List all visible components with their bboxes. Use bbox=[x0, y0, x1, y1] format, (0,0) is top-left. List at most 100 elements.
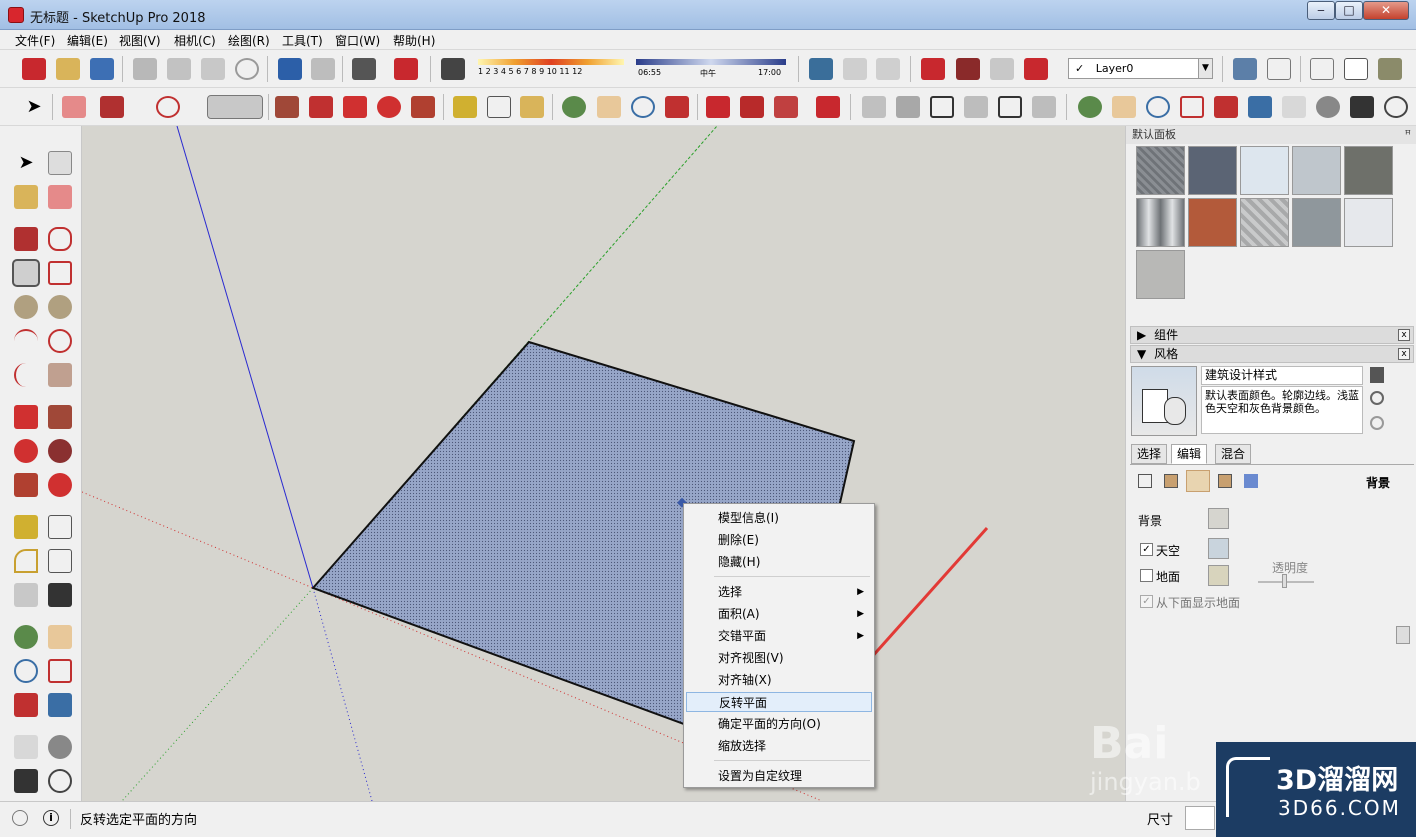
paint-bucket-icon[interactable] bbox=[520, 96, 544, 118]
undo-icon[interactable] bbox=[278, 58, 302, 80]
arc-tool-icon[interactable] bbox=[156, 96, 180, 118]
material-swatch[interactable] bbox=[1344, 146, 1393, 195]
erase-icon[interactable] bbox=[235, 58, 259, 80]
shadow-time-slider[interactable]: 06:55 中午 17:00 bbox=[636, 57, 786, 81]
select-tool-icon[interactable]: ➤ bbox=[14, 151, 38, 175]
tape-measure-tool-icon[interactable] bbox=[14, 515, 38, 539]
save-icon[interactable] bbox=[90, 58, 114, 80]
sky-color-swatch[interactable] bbox=[1208, 538, 1229, 559]
previous-view-icon[interactable] bbox=[1248, 96, 1272, 118]
close-section-icon[interactable]: x bbox=[1398, 348, 1410, 360]
styles-section-header[interactable]: ▼ 风格 x bbox=[1130, 345, 1414, 363]
hidden-line-style-icon[interactable] bbox=[1310, 58, 1334, 80]
rotate-tool-icon[interactable] bbox=[14, 439, 38, 463]
tape-measure-icon[interactable] bbox=[453, 96, 477, 118]
look-around-tool-icon[interactable] bbox=[48, 735, 72, 759]
polygon-tool-icon[interactable] bbox=[48, 295, 72, 319]
shaded-style-icon[interactable] bbox=[1344, 58, 1368, 80]
menu-window[interactable]: 窗口(W) bbox=[335, 32, 380, 49]
left-view-icon[interactable] bbox=[1032, 96, 1056, 118]
rectangle-tool-icon[interactable] bbox=[207, 95, 263, 119]
material-swatch[interactable] bbox=[1240, 198, 1289, 247]
ctx-delete[interactable]: 删除(E) bbox=[686, 530, 872, 550]
sky-checkbox[interactable]: ✓ bbox=[1140, 543, 1153, 556]
ctx-align-view[interactable]: 对齐视图(V) bbox=[686, 648, 872, 668]
share-model-icon[interactable] bbox=[956, 58, 980, 80]
top-view-icon[interactable] bbox=[896, 96, 920, 118]
menu-tools[interactable]: 工具(T) bbox=[282, 32, 323, 49]
menu-camera[interactable]: 相机(C) bbox=[174, 32, 216, 49]
tray-scrollbar[interactable] bbox=[1396, 626, 1410, 644]
refresh-icon[interactable] bbox=[1370, 416, 1384, 430]
style-description[interactable]: 默认表面颜色。轮廓边线。浅蓝色天空和灰色背景颜色。 bbox=[1201, 386, 1363, 434]
previous-tool-icon[interactable] bbox=[48, 693, 72, 717]
zoom-2-icon[interactable] bbox=[1146, 96, 1170, 118]
walk-tool-icon[interactable] bbox=[14, 769, 38, 793]
back-view-icon[interactable] bbox=[998, 96, 1022, 118]
ctx-align-axes[interactable]: 对齐轴(X) bbox=[686, 670, 872, 690]
arc-center-icon[interactable] bbox=[48, 329, 72, 353]
ground-checkbox[interactable] bbox=[1140, 569, 1153, 582]
pan-tool-icon[interactable] bbox=[48, 625, 72, 649]
shadow-toggle-icon[interactable] bbox=[441, 58, 465, 80]
model-info-icon[interactable] bbox=[394, 58, 418, 80]
face-settings-icon[interactable] bbox=[1164, 474, 1178, 488]
material-swatch[interactable] bbox=[1136, 146, 1185, 195]
ctx-select[interactable]: 选择 ▶ bbox=[686, 582, 872, 602]
background-color-swatch[interactable] bbox=[1208, 508, 1229, 529]
pin-icon[interactable]: ꟸ bbox=[1405, 126, 1411, 144]
select-arrow-icon[interactable]: ➤ bbox=[22, 96, 46, 118]
layer-dropdown[interactable]: ✓ Layer0 ▼ bbox=[1068, 58, 1213, 79]
paint-bucket-tool-icon[interactable] bbox=[14, 185, 38, 209]
scene-canvas[interactable] bbox=[82, 126, 1125, 801]
iso-view-icon[interactable] bbox=[862, 96, 886, 118]
eraser-tool-icon[interactable] bbox=[48, 185, 72, 209]
dimension-tool-icon[interactable] bbox=[48, 515, 72, 539]
right-view-icon[interactable] bbox=[964, 96, 988, 118]
add-location-icon[interactable] bbox=[809, 58, 833, 80]
xray-style-icon[interactable] bbox=[1233, 58, 1257, 80]
ctx-hide[interactable]: 隐藏(H) bbox=[686, 552, 872, 572]
material-swatch[interactable] bbox=[1344, 198, 1393, 247]
transparency-slider-thumb[interactable] bbox=[1282, 574, 1287, 588]
ctx-zoom-selection[interactable]: 缩放选择 bbox=[686, 736, 872, 756]
section-plane-tool-icon[interactable] bbox=[48, 769, 72, 793]
material-swatch[interactable] bbox=[1136, 250, 1185, 299]
ctx-area[interactable]: 面积(A) ▶ bbox=[686, 604, 872, 624]
pie-tool-icon[interactable] bbox=[48, 363, 72, 387]
orbit-tool-icon[interactable] bbox=[14, 625, 38, 649]
minimize-button[interactable]: ‒ bbox=[1307, 1, 1335, 20]
rectangle-tool-icon[interactable] bbox=[12, 259, 40, 287]
scale-tool-icon[interactable] bbox=[14, 473, 38, 497]
geolocation-icon[interactable] bbox=[12, 810, 28, 826]
edge-settings-icon[interactable] bbox=[1138, 474, 1152, 488]
paste-icon[interactable] bbox=[201, 58, 225, 80]
push-pull-tool-icon[interactable] bbox=[48, 405, 72, 429]
zoom-window-tool-icon[interactable] bbox=[48, 659, 72, 683]
arc-3pt-icon[interactable] bbox=[14, 363, 38, 387]
shadow-month-slider[interactable]: 1 2 3 4 5 6 7 8 9 10 11 12 bbox=[478, 57, 624, 81]
front-view-icon[interactable] bbox=[930, 96, 954, 118]
section-plane-icon[interactable] bbox=[1384, 96, 1408, 118]
offset-tool-icon[interactable] bbox=[48, 473, 72, 497]
make-component-icon[interactable] bbox=[48, 151, 72, 175]
maximize-button[interactable]: □ bbox=[1335, 1, 1363, 20]
tab-select[interactable]: 选择 bbox=[1131, 444, 1168, 464]
3d-text-icon[interactable] bbox=[48, 583, 72, 607]
modeling-settings-icon[interactable] bbox=[1244, 474, 1258, 488]
toggle-terrain-icon[interactable] bbox=[843, 58, 867, 80]
line-tool-icon[interactable] bbox=[14, 227, 38, 251]
share-3d-icon[interactable] bbox=[740, 96, 764, 118]
walk-footprints-icon[interactable] bbox=[1350, 96, 1374, 118]
menu-draw[interactable]: 绘图(R) bbox=[228, 32, 270, 49]
cut-icon[interactable] bbox=[133, 58, 157, 80]
push-pull-icon[interactable] bbox=[275, 96, 299, 118]
material-swatch[interactable] bbox=[1240, 146, 1289, 195]
axes-tool-icon[interactable] bbox=[14, 583, 38, 607]
arc-2pt-icon[interactable] bbox=[14, 329, 38, 353]
orbit-icon[interactable] bbox=[562, 96, 586, 118]
ctx-reverse-faces[interactable]: 反转平面 bbox=[686, 692, 872, 712]
menu-view[interactable]: 视图(V) bbox=[119, 32, 161, 49]
text-tool-icon[interactable] bbox=[48, 549, 72, 573]
components-section-header[interactable]: ▶ 组件 x bbox=[1130, 326, 1414, 344]
